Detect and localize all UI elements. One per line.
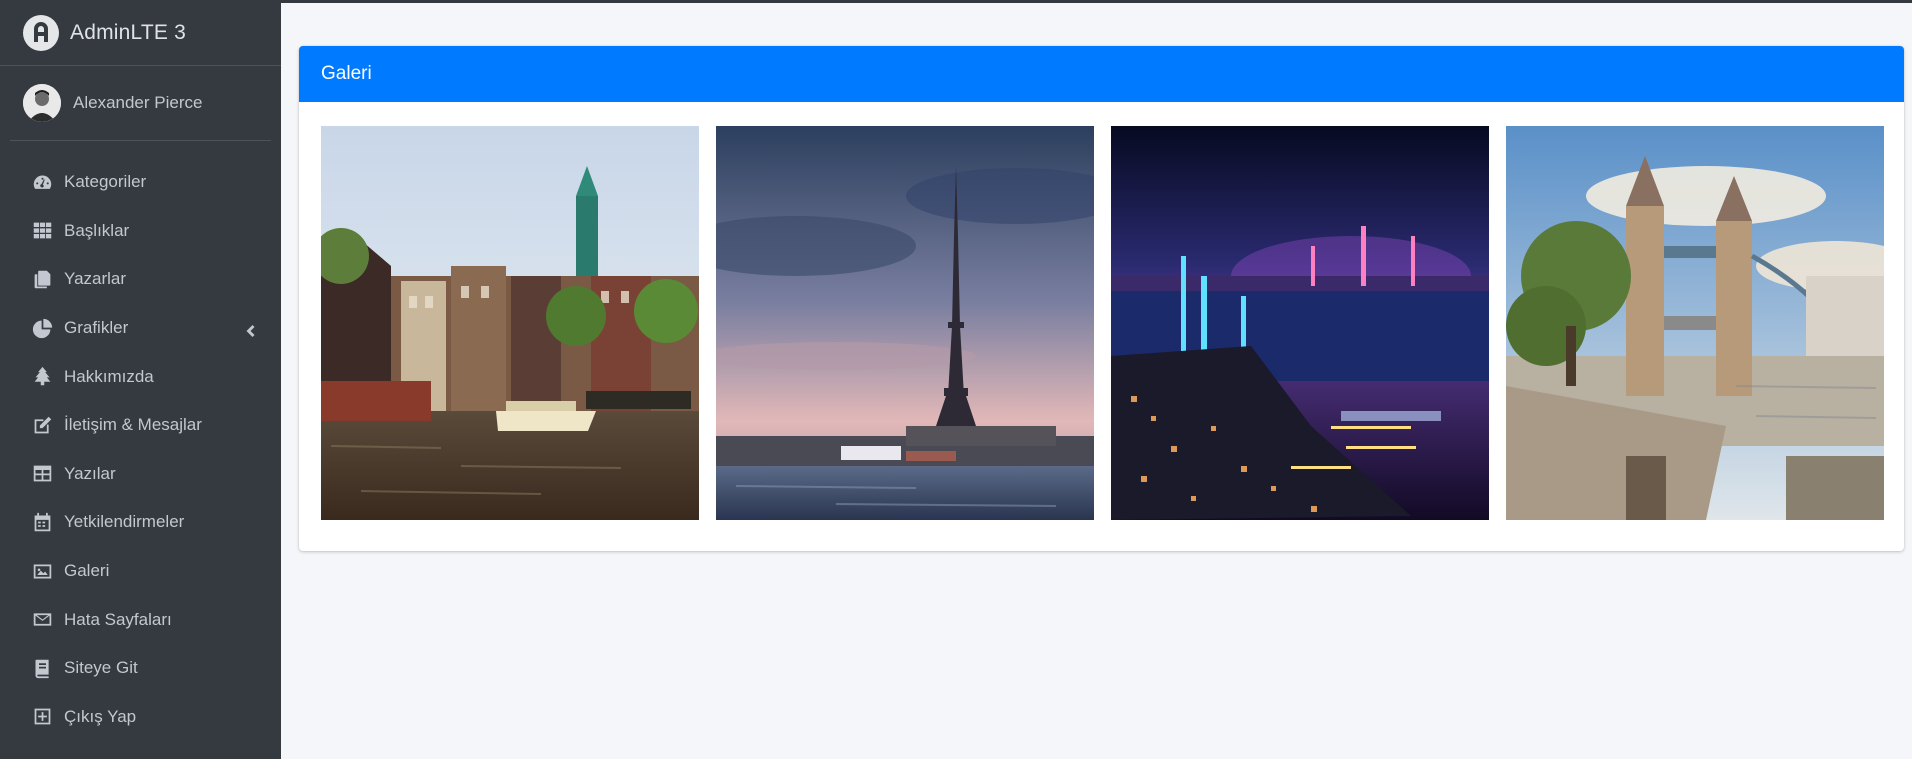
gallery-photo-night-city-harbor[interactable] xyxy=(1111,126,1489,520)
sidebar-item-label: Siteye Git xyxy=(64,658,138,678)
sidebar-item-yetkilendirmeler[interactable]: Yetkilendirmeler xyxy=(0,498,281,547)
sidebar-item-iletisim[interactable]: İletişim & Mesajlar xyxy=(0,401,281,450)
image-icon xyxy=(31,560,53,582)
copy-icon xyxy=(31,268,53,290)
gallery-card-header: Galeri xyxy=(299,46,1904,102)
sidebar-item-label: Galeri xyxy=(64,561,110,581)
brand-text: AdminLTE 3 xyxy=(70,20,186,44)
sidebar-item-label: Hakkımızda xyxy=(64,366,154,386)
brand-link[interactable]: AdminLTE 3 xyxy=(0,0,281,66)
user-avatar xyxy=(23,84,61,122)
sidebar-item-label: Hata Sayfaları xyxy=(64,609,172,629)
pie-chart-icon xyxy=(31,317,53,339)
tree-icon xyxy=(31,366,53,388)
sidebar-item-hakkimizda[interactable]: Hakkımızda xyxy=(0,352,281,401)
card-title: Galeri xyxy=(321,63,372,84)
sidebar-item-cikis-yap[interactable]: Çıkış Yap xyxy=(0,693,281,742)
sidebar-item-label: Yazılar xyxy=(64,463,116,483)
plus-square-icon xyxy=(31,706,53,728)
sidebar-item-label: Yetkilendirmeler xyxy=(64,512,185,532)
sidebar-item-siteye-git[interactable]: Siteye Git xyxy=(0,644,281,693)
calendar-icon xyxy=(31,511,53,533)
gallery-card: Galeri xyxy=(299,46,1904,551)
gallery-photo-tower-bridge[interactable] xyxy=(1506,126,1884,520)
gallery-photo-amsterdam-canal[interactable] xyxy=(321,126,699,520)
sidebar-item-grafikler[interactable]: Grafikler xyxy=(0,304,281,353)
sidebar-item-label: Kategoriler xyxy=(64,172,147,192)
sidebar-item-basliklar[interactable]: Başlıklar xyxy=(0,207,281,256)
sidebar-item-hata-sayfalari[interactable]: Hata Sayfaları xyxy=(0,595,281,644)
envelope-icon xyxy=(31,609,53,631)
sidebar-item-label: İletişim & Mesajlar xyxy=(64,415,202,435)
top-border xyxy=(0,0,1912,3)
sidebar-item-yazarlar[interactable]: Yazarlar xyxy=(0,255,281,304)
sidebar-item-label: Başlıklar xyxy=(64,220,130,240)
main-sidebar: AdminLTE 3 Alexander Pierce Kategoriler … xyxy=(0,0,281,759)
gallery-photo-eiffel-tower[interactable] xyxy=(716,126,1094,520)
sidebar-item-yazilar[interactable]: Yazılar xyxy=(0,450,281,499)
book-icon xyxy=(31,657,53,679)
tachometer-icon xyxy=(31,171,53,193)
adminlte-logo-icon xyxy=(23,14,59,51)
sidebar-item-label: Çıkış Yap xyxy=(64,706,137,726)
edit-icon xyxy=(31,414,53,436)
table-icon xyxy=(31,463,53,485)
sidebar-item-label: Yazarlar xyxy=(64,269,127,289)
sidebar-item-kategoriler[interactable]: Kategoriler xyxy=(0,158,281,207)
sidebar-item-label: Grafikler xyxy=(64,318,129,338)
chevron-left-icon[interactable] xyxy=(245,322,255,338)
sidebar-item-galeri[interactable]: Galeri xyxy=(0,547,281,596)
sidebar-nav: Kategoriler Başlıklar Yazarlar Grafikler xyxy=(0,158,281,741)
user-name: Alexander Pierce xyxy=(73,93,203,112)
user-panel[interactable]: Alexander Pierce xyxy=(10,66,271,141)
gallery-grid xyxy=(321,126,1884,520)
grid-icon xyxy=(31,220,53,242)
